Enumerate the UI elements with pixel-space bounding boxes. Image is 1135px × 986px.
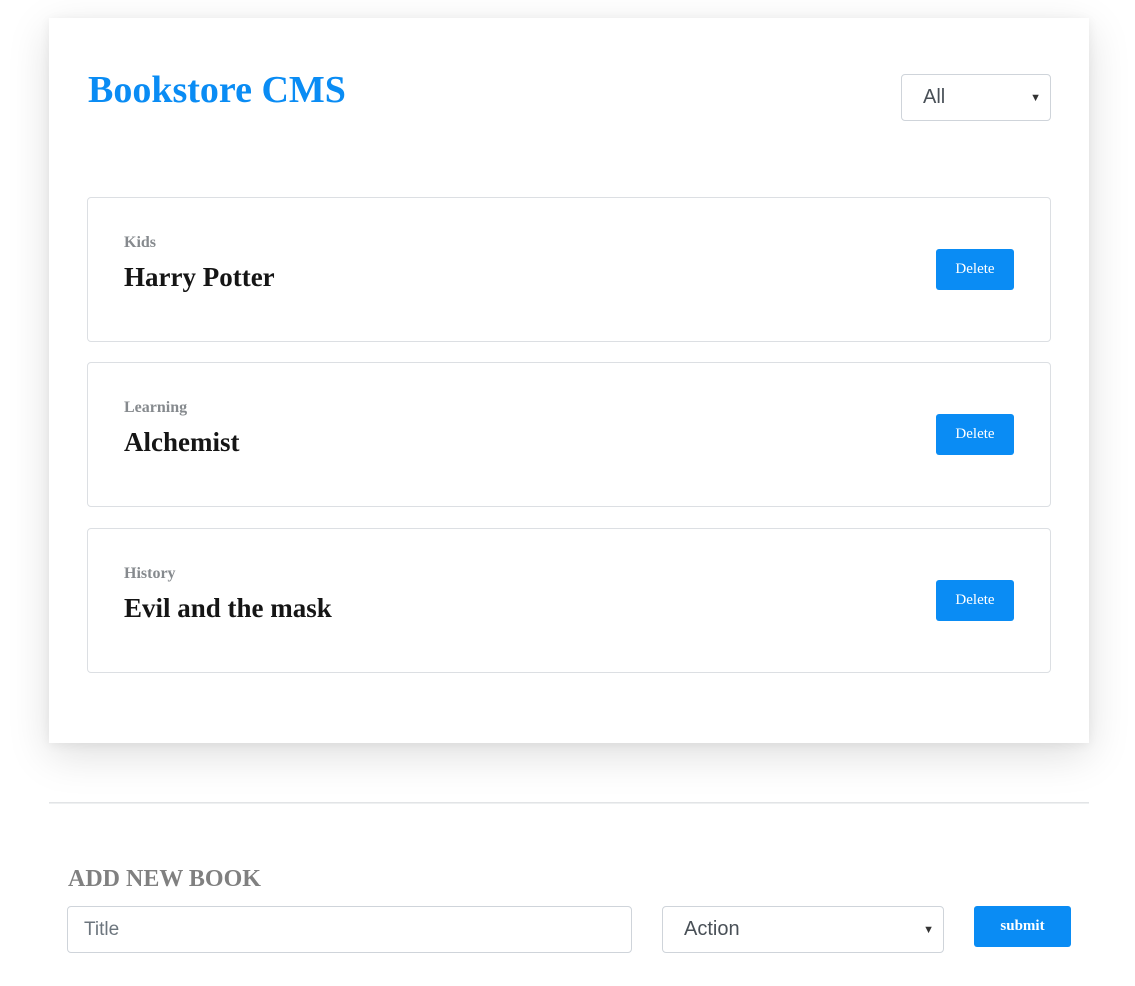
book-title: Harry Potter — [124, 262, 275, 292]
category-filter-value: All — [923, 86, 946, 108]
book-category: Kids — [124, 234, 157, 251]
book-title: Alchemist — [124, 427, 240, 457]
book-card: History Evil and the mask Delete — [87, 528, 1051, 673]
category-filter-select[interactable]: All ▼ — [901, 74, 1051, 121]
add-book-heading: ADD NEW BOOK — [68, 866, 261, 892]
book-title-input[interactable] — [67, 906, 632, 953]
book-title: Evil and the mask — [124, 593, 332, 623]
book-category: Learning — [124, 399, 188, 416]
book-category-value: Action — [684, 918, 740, 940]
book-category: History — [124, 565, 176, 582]
book-card: Kids Harry Potter Delete — [87, 197, 1051, 342]
submit-button[interactable]: submit — [974, 906, 1071, 947]
section-divider — [49, 802, 1089, 804]
delete-button[interactable]: Delete — [936, 414, 1014, 455]
caret-down-icon: ▼ — [1030, 91, 1041, 104]
app-title: Bookstore CMS — [88, 69, 346, 111]
book-card: Learning Alchemist Delete — [87, 362, 1051, 507]
book-category-select[interactable]: Action ▼ — [662, 906, 944, 953]
caret-down-icon: ▼ — [923, 923, 934, 936]
book-list-panel: Bookstore CMS All ▼ Kids Harry Potter De… — [49, 18, 1089, 743]
delete-button[interactable]: Delete — [936, 249, 1014, 290]
delete-button[interactable]: Delete — [936, 580, 1014, 621]
